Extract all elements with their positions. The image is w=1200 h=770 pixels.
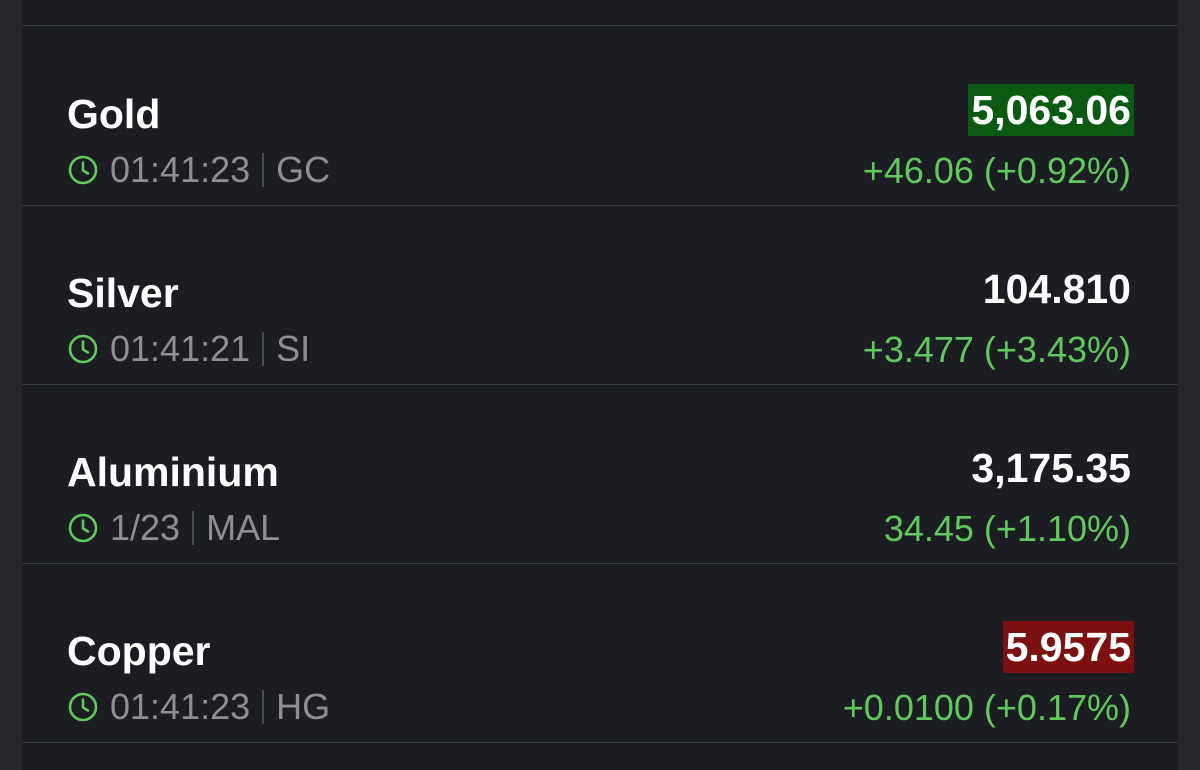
quote-row-copper[interactable]: Copper 01:41:23 HG 5.9575 +0.0100 (+0.17… xyxy=(22,563,1178,741)
commodity-name: Copper xyxy=(67,628,211,674)
price-change: +3.477 (+3.43%) xyxy=(862,329,1131,370)
ticker-symbol: SI xyxy=(276,328,311,369)
row-divider xyxy=(22,742,1178,743)
commodity-name: Aluminium xyxy=(67,449,279,495)
commodity-quote-list: Gold 01:41:23 GC 5,063.06 +46.06 (+0.92%… xyxy=(22,0,1178,770)
clock-icon xyxy=(68,155,98,185)
quote-time: 01:41:21 xyxy=(110,328,251,369)
clock-icon xyxy=(68,334,98,364)
clock-icon xyxy=(68,692,98,722)
last-price: 104.810 xyxy=(982,266,1131,312)
left-edge-strip xyxy=(0,0,22,770)
meta-separator xyxy=(192,511,195,545)
quote-row-aluminium[interactable]: Aluminium 1/23 MAL 3,175.35 34.45 (+1.10… xyxy=(22,384,1178,562)
price-change: +0.0100 (+0.17%) xyxy=(842,687,1131,728)
quote-row-silver[interactable]: Silver 01:41:21 SI 104.810 +3.477 (+3.43… xyxy=(22,205,1178,383)
meta-separator xyxy=(262,332,265,366)
quote-meta: 01:41:23 HG xyxy=(67,683,330,731)
commodity-name: Silver xyxy=(67,270,179,316)
meta-separator xyxy=(262,690,265,724)
last-price: 3,175.35 xyxy=(971,445,1131,491)
quote-time: 1/23 xyxy=(110,507,181,548)
quote-time: 01:41:23 xyxy=(110,686,251,727)
price-change: +46.06 (+0.92%) xyxy=(862,150,1131,191)
ticker-symbol: MAL xyxy=(206,507,281,548)
last-price: 5,063.06 xyxy=(968,84,1134,136)
commodity-name: Gold xyxy=(67,91,161,137)
right-edge-strip xyxy=(1178,0,1200,770)
ticker-symbol: HG xyxy=(276,686,331,727)
quote-meta: 01:41:23 GC xyxy=(67,146,330,194)
last-price: 5.9575 xyxy=(1002,621,1134,673)
ticker-symbol: GC xyxy=(276,149,331,190)
price-change: 34.45 (+1.10%) xyxy=(883,508,1131,549)
quote-row-gold[interactable]: Gold 01:41:23 GC 5,063.06 +46.06 (+0.92%… xyxy=(22,26,1178,204)
quote-time: 01:41:23 xyxy=(110,149,251,190)
quote-meta: 01:41:21 SI xyxy=(67,325,310,373)
clock-icon xyxy=(68,513,98,543)
meta-separator xyxy=(262,153,265,187)
quote-meta: 1/23 MAL xyxy=(67,504,280,552)
